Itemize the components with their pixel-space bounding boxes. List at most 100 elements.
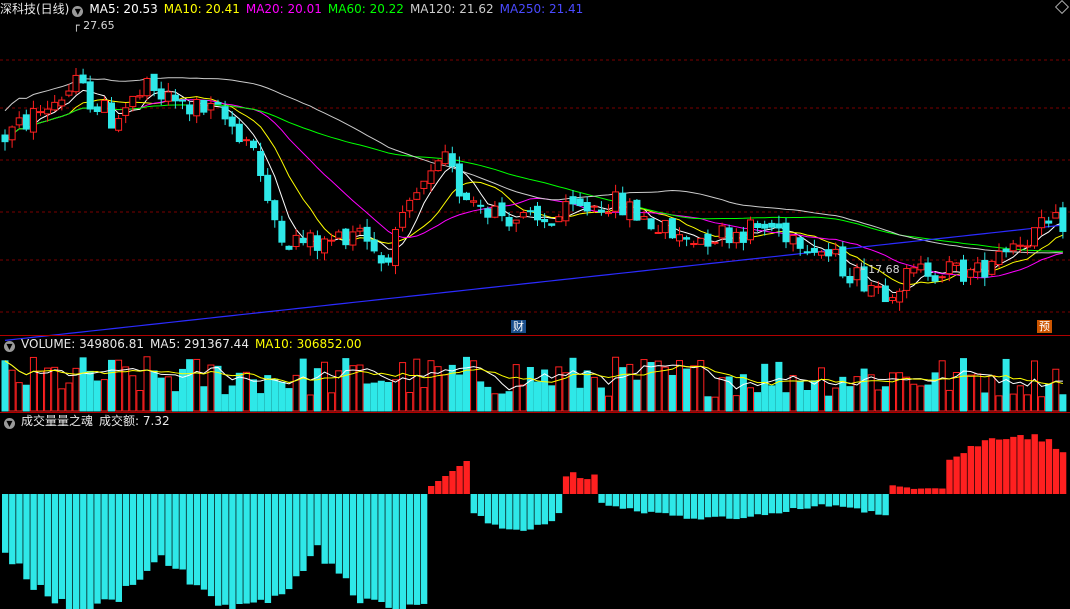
volume-bar — [612, 356, 620, 412]
indicator-bar — [719, 494, 726, 517]
indicator-bar — [577, 478, 584, 494]
indicator-bar — [591, 474, 598, 494]
volume-bar — [860, 368, 868, 412]
candle-body — [754, 223, 762, 229]
indicator-bar — [484, 494, 492, 524]
volume-legend: ▼ VOLUME: 349806.81 MA5: 291367.44 MA10: 30… — [0, 336, 368, 352]
volume-bar — [569, 357, 577, 412]
forecast-badge[interactable]: 预 — [1037, 320, 1052, 333]
indicator-bar — [9, 494, 16, 565]
indicator-bar — [215, 494, 222, 606]
volume-bar — [548, 385, 556, 412]
indicator-bar — [328, 494, 335, 564]
indicator-value: 成交额: 7.32 — [99, 414, 170, 428]
volume-bar — [782, 392, 790, 412]
financial-report-badge[interactable]: 财 — [511, 320, 526, 333]
volume-bar — [79, 357, 87, 412]
indicator-bar — [129, 494, 137, 585]
indicator-bar — [470, 494, 477, 514]
volume-bar — [221, 394, 229, 412]
volume-bar — [1009, 393, 1017, 412]
chevron-down-icon[interactable]: ▼ — [4, 418, 15, 429]
indicator-bar — [939, 488, 946, 494]
candle-body — [179, 99, 186, 102]
candle-body — [818, 251, 825, 256]
indicator-bar — [321, 494, 328, 564]
volume-bar — [150, 370, 158, 412]
candle-body — [505, 216, 513, 227]
volume-bar — [576, 387, 584, 412]
chevron-down-icon[interactable]: ▼ — [72, 6, 84, 17]
chart-canvas[interactable] — [0, 0, 1070, 609]
volume-bar — [93, 380, 101, 412]
indicator-bar — [1038, 441, 1045, 494]
volume-bar — [818, 367, 825, 412]
indicator-bar — [420, 494, 428, 604]
candle-body — [874, 285, 882, 288]
candle-body — [214, 102, 222, 105]
volume-bar — [29, 356, 37, 412]
volume-bar — [313, 368, 321, 412]
candle-body — [619, 192, 627, 216]
indicator-bar — [974, 446, 982, 494]
indicator-bar — [988, 438, 996, 494]
indicator-bar — [413, 494, 421, 605]
indicator-bar — [1059, 452, 1067, 494]
candle-body — [590, 205, 598, 208]
volume-bar — [15, 382, 23, 412]
volume-bar — [810, 380, 818, 412]
indicator-bar — [605, 494, 612, 506]
indicator-bar — [584, 479, 591, 494]
candle-body — [803, 251, 811, 254]
volume-bar — [583, 370, 591, 412]
indicator-bar — [1052, 448, 1060, 494]
candle-body — [157, 88, 165, 100]
candle-body — [1009, 243, 1017, 252]
volume-bar — [306, 394, 314, 412]
candle-body — [881, 285, 889, 303]
ma10-line — [4, 96, 1064, 286]
chevron-down-icon[interactable]: ▼ — [4, 341, 15, 352]
indicator-bar — [662, 494, 669, 514]
indicator-bar — [122, 494, 130, 586]
volume-bar — [399, 362, 407, 412]
volume-bar — [917, 385, 925, 412]
candle-body — [1, 134, 9, 143]
volume-bar — [278, 381, 286, 412]
volume-bar — [654, 360, 662, 412]
indicator-bar — [925, 488, 932, 494]
indicator-bar — [562, 476, 570, 494]
indicator-bar — [200, 494, 208, 590]
ma20-line — [4, 98, 1064, 279]
volume-bar — [505, 391, 513, 412]
indicator-bar — [825, 494, 832, 507]
candle-body — [1045, 220, 1053, 224]
candle-body — [988, 260, 996, 275]
candle-body — [235, 123, 243, 143]
indicator-bar — [761, 494, 769, 516]
stock-title: 深科技(日线) — [0, 2, 70, 16]
indicator-bar — [286, 494, 293, 590]
indicator-bar — [442, 476, 449, 494]
candle-body — [832, 248, 840, 255]
volume-bar — [1016, 385, 1024, 412]
volume-bar — [555, 366, 563, 412]
volume-bar — [100, 379, 108, 412]
volume-bar — [37, 370, 44, 412]
candle-body — [22, 114, 30, 130]
volume-bar — [1052, 368, 1060, 412]
volume-bar — [668, 374, 676, 412]
indicator-bar — [264, 494, 272, 604]
indicator-bar — [612, 494, 619, 507]
candle-body — [115, 118, 123, 131]
volume-bar — [250, 379, 257, 412]
indicator-bar — [37, 494, 44, 585]
candle-body — [555, 216, 563, 223]
candle-body — [896, 290, 904, 303]
volume-bar — [534, 381, 541, 412]
candle-body — [484, 208, 492, 218]
volume-bar — [945, 389, 953, 412]
indicator-bar — [16, 494, 23, 564]
indicator-bar — [704, 494, 712, 518]
indicator-bar — [1003, 439, 1010, 494]
